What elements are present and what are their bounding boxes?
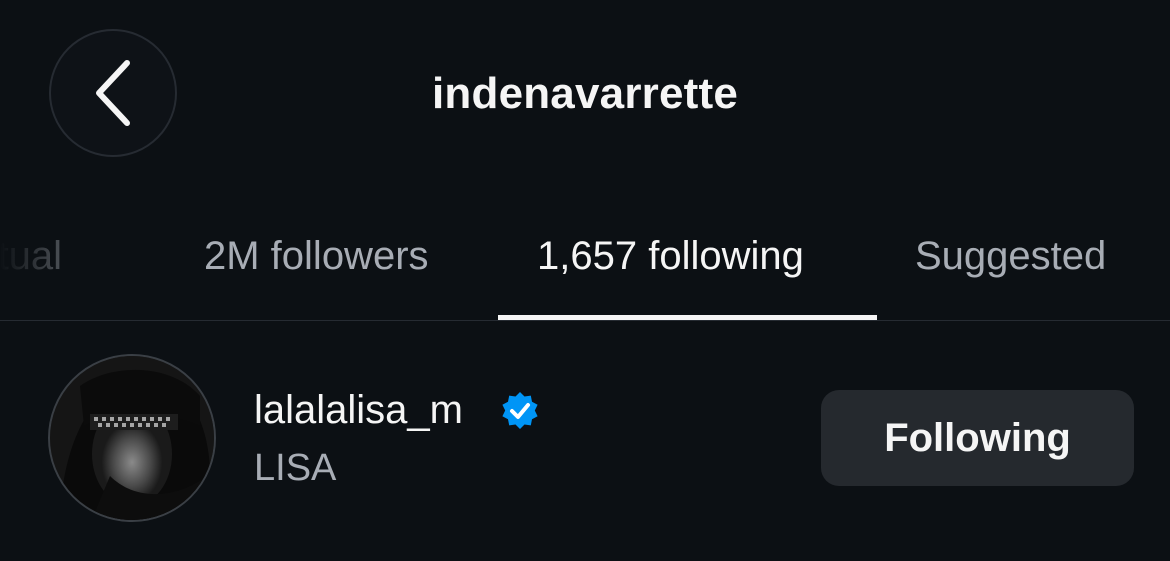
tab-followers[interactable]: 2M followers xyxy=(204,226,429,286)
verified-badge-icon xyxy=(498,390,542,434)
tab-bar: Mutual 2M followers 1,657 following Sugg… xyxy=(0,226,1170,286)
following-list-screen: indenavarrette Mutual 2M followers 1,657… xyxy=(0,0,1170,561)
following-button[interactable]: Following xyxy=(821,390,1134,486)
full-name: LISA xyxy=(254,447,337,489)
page-title: indenavarrette xyxy=(431,69,739,118)
list-item[interactable]: lalalalisa_m LISA Following xyxy=(0,345,1170,535)
tab-following[interactable]: 1,657 following xyxy=(537,226,804,286)
avatar[interactable] xyxy=(48,354,216,522)
tab-divider xyxy=(0,320,1170,321)
username[interactable]: lalalalisa_m xyxy=(254,385,463,435)
tab-suggested[interactable]: Suggested xyxy=(915,226,1106,286)
tab-mutual[interactable]: Mutual xyxy=(0,226,62,286)
